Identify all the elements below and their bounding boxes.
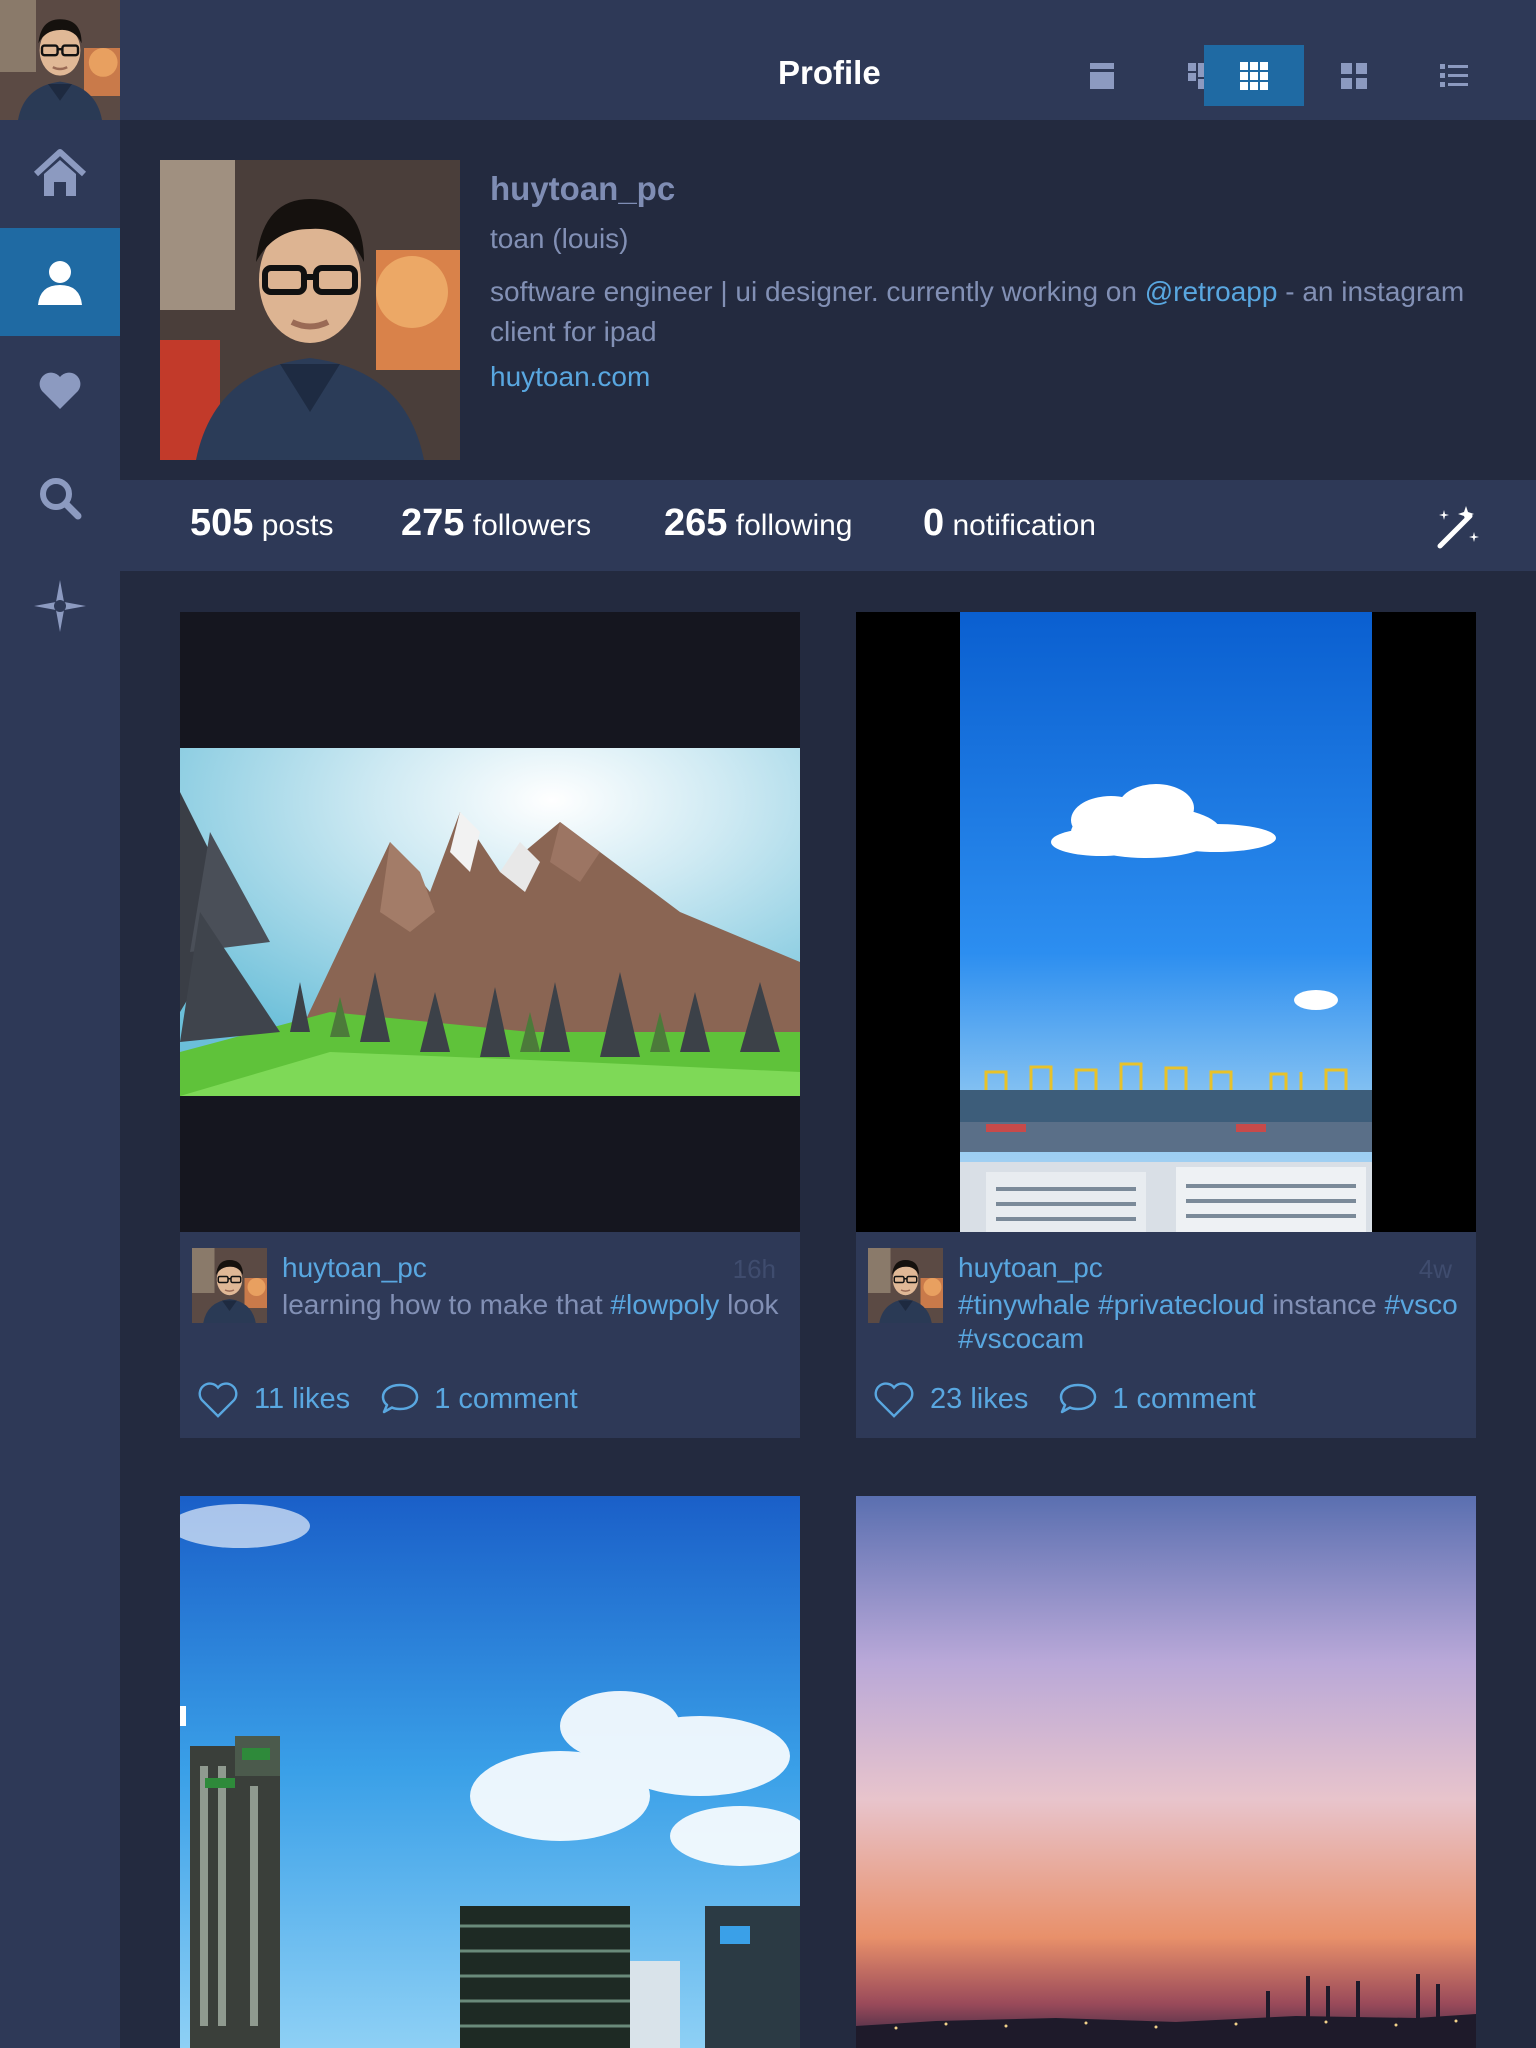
likes-count: 11 likes [254, 1382, 351, 1415]
list-view-icon [1440, 63, 1468, 87]
caption-text: learning how to make that [282, 1289, 611, 1320]
stat-posts[interactable]: 505 posts [190, 502, 333, 545]
post-timestamp: 16h [732, 1254, 776, 1284]
stat-notification-label: notification [952, 509, 1096, 542]
post-timestamp: 4w [1418, 1254, 1452, 1284]
caption-text: instance [1264, 1289, 1385, 1320]
sidebar-item-likes[interactable] [0, 336, 120, 444]
stat-posts-count: 505 [190, 502, 254, 544]
profile-website-link[interactable]: huytoan.com [490, 361, 650, 393]
bio-mention-link[interactable]: @retroapp [1145, 276, 1278, 307]
user-icon [38, 261, 82, 305]
post-meta: huytoan_pc 4w #tinywhale #privatecloud i… [856, 1232, 1476, 1438]
post-image[interactable] [856, 612, 1476, 1232]
page-title: Profile [778, 54, 881, 91]
avatar-image [0, 0, 120, 120]
profile-bio: software engineer | ui designer. current… [490, 272, 1470, 352]
view-large-grid-button[interactable] [1304, 45, 1404, 106]
profile-full-name: toan (louis) [490, 223, 629, 254]
search-icon [40, 478, 82, 520]
stat-posts-label: posts [261, 509, 334, 542]
post-caption: #tinywhale #privatecloud instance #vsco … [958, 1288, 1458, 1356]
single-view-icon [1090, 62, 1114, 89]
stat-notification-count: 0 [923, 502, 945, 544]
stat-notification[interactable]: 0 notification [923, 502, 1096, 545]
stat-followers[interactable]: 275 followers [401, 502, 591, 545]
profile-username: huytoan_pc [490, 170, 676, 207]
sidebar-item-home[interactable] [0, 120, 120, 228]
post-image[interactable] [856, 1496, 1476, 2048]
stat-following-count: 265 [664, 502, 728, 544]
stat-following-label: following [735, 509, 853, 542]
sidebar-item-search[interactable] [0, 444, 120, 552]
comment-button[interactable]: 1 comment [380, 1382, 578, 1416]
home-icon [33, 149, 87, 196]
post-card: huytoan_pc 4w #tinywhale #privatecloud i… [856, 612, 1476, 1438]
view-grid-button[interactable] [1204, 45, 1304, 106]
post-author-username[interactable]: huytoan_pc [958, 1252, 1103, 1284]
post-card [180, 1496, 800, 2048]
post-author-username[interactable]: huytoan_pc [282, 1252, 427, 1284]
sidebar [0, 0, 120, 2048]
magic-wand-icon[interactable] [1432, 502, 1482, 552]
post-image[interactable] [180, 612, 800, 1232]
like-button[interactable]: 11 likes [196, 1379, 350, 1419]
top-bar: Profile [120, 0, 1536, 120]
compass-star-icon [34, 580, 86, 632]
post-card [856, 1496, 1476, 2048]
post-image[interactable] [180, 1496, 800, 2048]
stats-bar: 505 posts 275 followers 265 following 0 … [120, 480, 1536, 571]
caption-text: look [719, 1289, 779, 1320]
stat-following[interactable]: 265 following [664, 502, 852, 545]
comment-bubble-icon [381, 1383, 419, 1414]
caption-hashtag[interactable]: #privatecloud [1098, 1289, 1265, 1320]
post-actions: 23 likes 1 comment [872, 1374, 1286, 1424]
grid-view-icon [1240, 61, 1268, 90]
caption-hashtag[interactable]: #vsco [1385, 1289, 1458, 1320]
bio-text: software engineer | ui designer. current… [490, 276, 1145, 307]
heart-outline-icon [874, 1382, 914, 1418]
heart-outline-icon [198, 1382, 238, 1418]
post-actions: 11 likes 1 comment [196, 1374, 608, 1424]
view-single-button[interactable] [1052, 45, 1152, 106]
likes-count: 23 likes [930, 1382, 1029, 1415]
like-button[interactable]: 23 likes [872, 1379, 1028, 1419]
caption-hashtag[interactable]: #vscocam [958, 1323, 1084, 1354]
app-root: Profile huytoan_pc toan (louis) software… [0, 0, 1536, 2048]
heart-icon [39, 372, 81, 409]
post-author-avatar[interactable] [868, 1248, 943, 1323]
sidebar-item-explore[interactable] [0, 552, 120, 660]
profile-photo [160, 160, 460, 460]
post-caption: learning how to make that #lowpoly look [282, 1288, 782, 1322]
caption-hashtag[interactable]: #tinywhale [958, 1289, 1090, 1320]
stat-followers-count: 275 [401, 502, 465, 544]
post-card: huytoan_pc 16h learning how to make that… [180, 612, 800, 1438]
comments-count: 1 comment [1112, 1382, 1256, 1415]
comment-bubble-icon [1060, 1383, 1097, 1414]
sidebar-item-profile[interactable] [0, 228, 120, 336]
post-meta: huytoan_pc 16h learning how to make that… [180, 1232, 800, 1438]
view-list-button[interactable] [1404, 45, 1504, 106]
post-author-avatar[interactable] [192, 1248, 267, 1323]
large-grid-view-icon [1341, 62, 1367, 89]
comment-button[interactable]: 1 comment [1058, 1382, 1256, 1416]
caption-hashtag[interactable]: #lowpoly [610, 1289, 719, 1320]
sidebar-avatar[interactable] [0, 0, 120, 120]
comments-count: 1 comment [434, 1382, 578, 1415]
stat-followers-label: followers [472, 509, 592, 542]
